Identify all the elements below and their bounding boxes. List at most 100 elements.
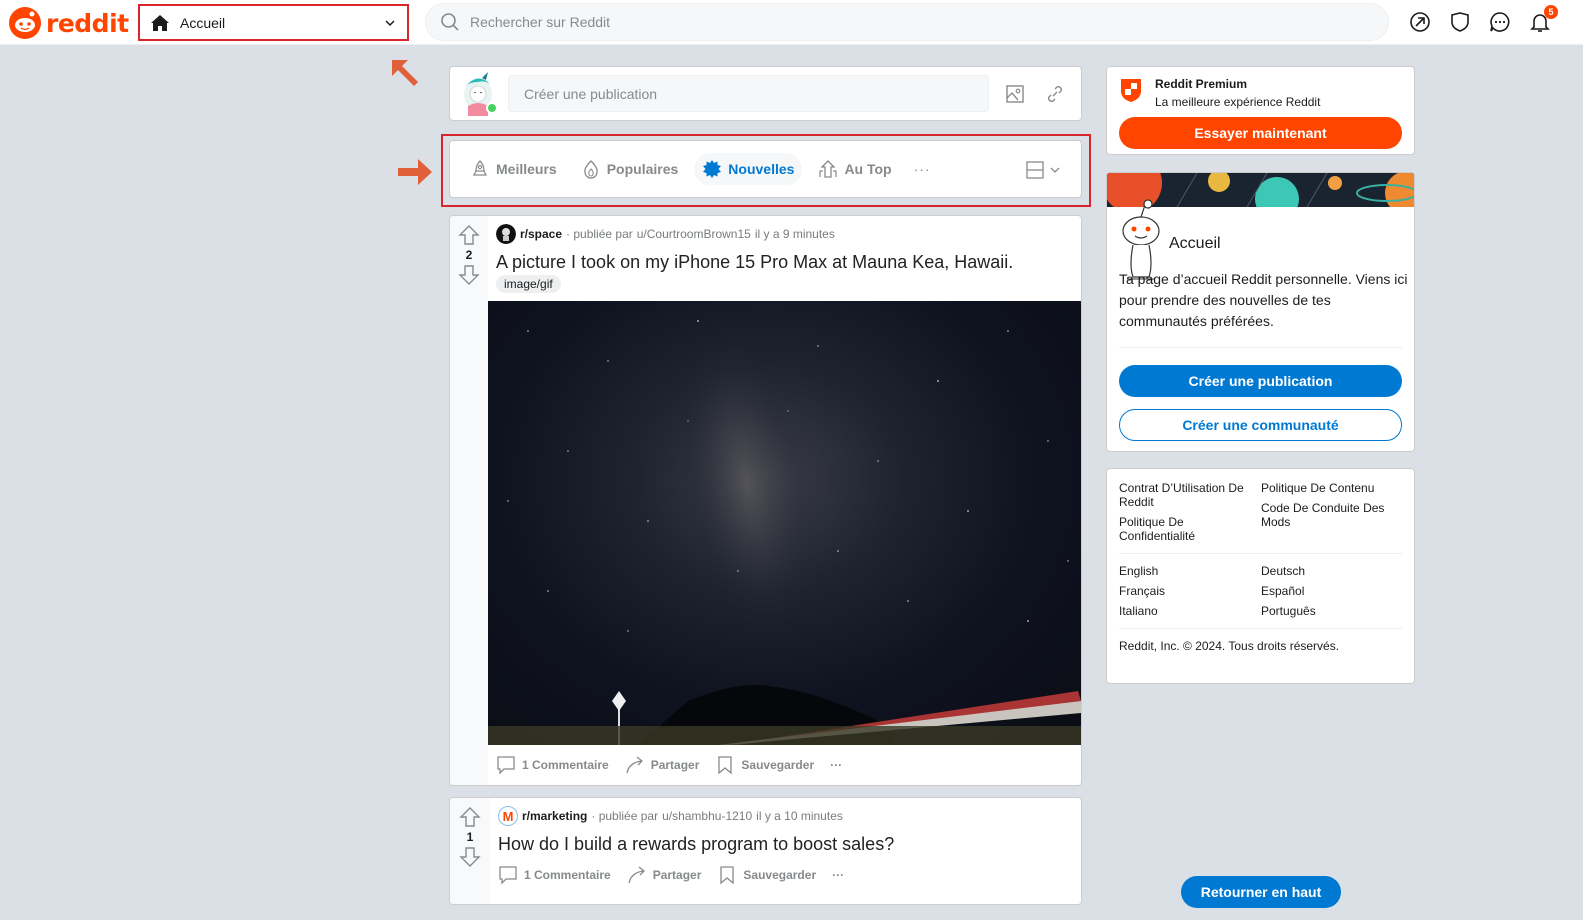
- search-input[interactable]: [470, 14, 1270, 30]
- comment-icon: [497, 756, 515, 775]
- author-link[interactable]: u/shambhu-1210: [662, 809, 752, 823]
- home-info-card: Accueil Ta page d’accueil Reddit personn…: [1106, 172, 1415, 452]
- language-espanol[interactable]: Español: [1261, 584, 1403, 598]
- sort-best-label: Meilleurs: [496, 161, 557, 177]
- post-actions: 1 Commentaire Partager Sauvegarder ···: [496, 745, 1081, 785]
- popular-button[interactable]: [1408, 10, 1431, 33]
- post-actions: 1 Commentaire Partager Sauvegarder ···: [498, 855, 1081, 895]
- upvote-icon[interactable]: [458, 224, 480, 246]
- privacy-policy-link[interactable]: Politique De Confidentialité: [1119, 515, 1261, 543]
- notifications-button[interactable]: 5: [1528, 5, 1558, 33]
- downvote-icon[interactable]: [459, 846, 481, 868]
- language-deutsch[interactable]: Deutsch: [1261, 564, 1403, 578]
- layout-toggle[interactable]: [1025, 160, 1061, 180]
- share-label: Partager: [650, 758, 700, 772]
- bookmark-icon: [718, 756, 733, 775]
- annotation-arrow-up-left-icon: [392, 60, 418, 86]
- post-title[interactable]: How do I build a rewards program to boos…: [498, 834, 1081, 855]
- sort-new-label: Nouvelles: [728, 161, 795, 177]
- sort-top[interactable]: Au Top: [810, 153, 899, 185]
- back-to-top-button[interactable]: Retourner en haut: [1181, 876, 1341, 908]
- mod-shield-button[interactable]: [1448, 10, 1471, 33]
- sort-hot[interactable]: Populaires: [573, 153, 687, 185]
- home-card-description: Ta page d’accueil Reddit personnelle. Vi…: [1119, 271, 1408, 329]
- mod-code-link[interactable]: Code De Conduite Des Mods: [1261, 501, 1403, 529]
- copyright-text: Reddit, Inc. © 2024. Tous droits réservé…: [1119, 639, 1340, 653]
- comments-label: 1 Commentaire: [524, 868, 611, 882]
- posted-by-label: · publiée par: [566, 227, 633, 241]
- sort-hot-label: Populaires: [606, 161, 679, 177]
- sort-bar: Meilleurs Populaires Nouvelles Au Top ··…: [449, 140, 1082, 198]
- language-portugues[interactable]: Português: [1261, 604, 1403, 618]
- post-time: il y a 9 minutes: [754, 227, 835, 241]
- comments-button[interactable]: 1 Commentaire: [498, 865, 611, 885]
- share-label: Partager: [652, 868, 702, 882]
- post-more-button[interactable]: ···: [832, 868, 844, 882]
- sort-top-label: Au Top: [844, 161, 892, 177]
- posted-by-label: · publiée par: [591, 809, 659, 823]
- premium-shield-icon: [1121, 79, 1141, 102]
- burst-icon: [703, 160, 722, 178]
- footer-links-card: Contrat D’Utilisation De Reddit Politiqu…: [1106, 468, 1415, 684]
- bookmark-icon: [720, 866, 735, 885]
- create-post-button[interactable]: Créer une publication: [1119, 365, 1402, 397]
- create-post-input[interactable]: Créer une publication: [508, 75, 989, 112]
- language-english[interactable]: English: [1119, 564, 1261, 578]
- reddit-logo[interactable]: reddit: [8, 6, 129, 40]
- chevron-down-icon: [385, 19, 395, 26]
- share-button[interactable]: Partager: [625, 755, 700, 775]
- subreddit-link[interactable]: r/marketing: [522, 809, 587, 823]
- popular-icon: [1409, 11, 1430, 32]
- search-icon: [441, 13, 459, 31]
- user-agreement-link[interactable]: Contrat D’Utilisation De Reddit: [1119, 481, 1261, 509]
- language-francais[interactable]: Français: [1119, 584, 1261, 598]
- header-actions: 5: [1408, 5, 1558, 33]
- online-indicator: [486, 101, 498, 114]
- post-card[interactable]: 1 M r/marketing · publiée par u/shambhu-…: [449, 797, 1082, 905]
- chevron-down-icon: [1050, 167, 1060, 173]
- milky-way-photo: [488, 303, 1081, 745]
- comment-icon: [499, 866, 517, 885]
- share-icon: [628, 866, 645, 884]
- sort-best[interactable]: Meilleurs: [462, 153, 565, 185]
- upvote-icon[interactable]: [459, 806, 481, 828]
- sort-more-button[interactable]: ···: [914, 161, 931, 177]
- save-button[interactable]: Sauvegarder: [715, 755, 814, 775]
- vote-column: 1: [450, 798, 490, 904]
- home-dropdown-label: Accueil: [180, 14, 226, 31]
- search-bar[interactable]: [425, 3, 1389, 41]
- home-feed-dropdown[interactable]: Accueil: [138, 4, 409, 41]
- user-avatar[interactable]: [460, 71, 498, 116]
- chat-button[interactable]: [1488, 10, 1511, 33]
- post-title[interactable]: A picture I took on my iPhone 15 Pro Max…: [496, 252, 1081, 273]
- image-upload-icon[interactable]: [1005, 84, 1025, 104]
- comments-label: 1 Commentaire: [522, 758, 609, 772]
- share-button[interactable]: Partager: [627, 865, 702, 885]
- post-flair[interactable]: image/gif: [496, 275, 561, 293]
- snoo-logo-icon: [9, 7, 41, 39]
- top-icon: [819, 160, 838, 178]
- sort-new[interactable]: Nouvelles: [694, 153, 803, 185]
- home-card-title: Accueil: [1169, 235, 1221, 252]
- author-link[interactable]: u/CourtroomBrown15: [637, 227, 751, 241]
- content-policy-link[interactable]: Politique De Contenu: [1261, 481, 1403, 495]
- post-card[interactable]: 2 r/space · publiée par u/CourtroomBrown…: [449, 215, 1082, 786]
- post-image[interactable]: [488, 301, 1081, 745]
- comments-button[interactable]: 1 Commentaire: [496, 755, 609, 775]
- save-button[interactable]: Sauvegarder: [717, 865, 816, 885]
- subreddit-link[interactable]: r/space: [520, 227, 562, 241]
- share-icon: [626, 756, 643, 774]
- language-italiano[interactable]: Italiano: [1119, 604, 1261, 618]
- post-meta: r/space · publiée par u/CourtroomBrown15…: [496, 224, 1081, 244]
- post-more-button[interactable]: ···: [830, 758, 842, 772]
- svg-text:M: M: [503, 809, 514, 824]
- link-icon[interactable]: [1045, 84, 1065, 104]
- subreddit-avatar-icon: M: [498, 806, 518, 826]
- create-community-button[interactable]: Créer une communauté: [1119, 409, 1402, 441]
- annotation-arrow-right-icon: [398, 159, 432, 185]
- try-premium-button[interactable]: Essayer maintenant: [1119, 117, 1402, 149]
- post-meta: M r/marketing · publiée par u/shambhu-12…: [498, 806, 1081, 826]
- downvote-icon[interactable]: [458, 264, 480, 286]
- divider: [1119, 347, 1402, 348]
- flame-icon: [583, 160, 598, 179]
